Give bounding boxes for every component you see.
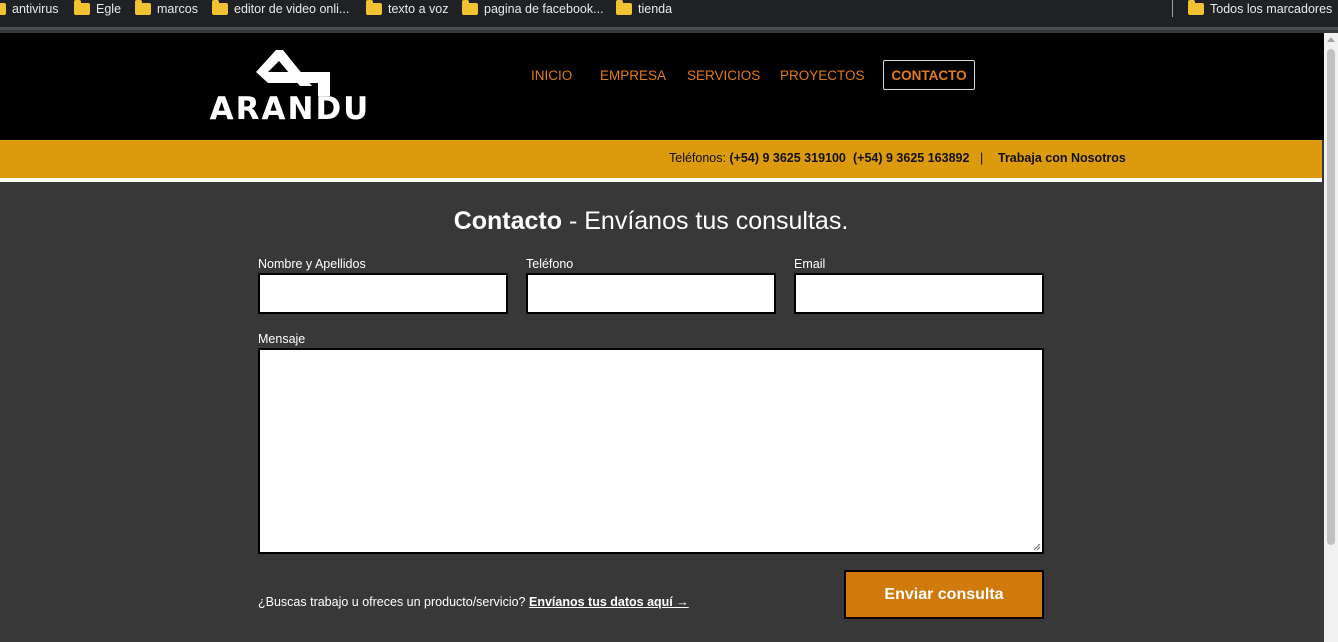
bookmark-antivirus[interactable]: antivirus: [0, 0, 59, 18]
logo[interactable]: ARANDU: [184, 50, 396, 126]
name-input[interactable]: [258, 273, 508, 314]
bookmark-texto-a-voz[interactable]: texto a voz: [366, 0, 448, 18]
page-title-bold: Contacto: [453, 207, 563, 235]
bookmark-marcos[interactable]: marcos: [135, 0, 198, 18]
folder-icon: [462, 0, 478, 15]
folder-icon: [1188, 0, 1204, 15]
email-input[interactable]: [794, 273, 1044, 314]
work-with-us-label: Trabaja con Nosotros: [998, 151, 1126, 165]
nav-servicios[interactable]: SERVICIOS: [687, 68, 760, 84]
bookmark-label: tienda: [638, 2, 673, 16]
folder-icon: [74, 0, 90, 15]
scrollbar[interactable]: [1324, 33, 1338, 642]
bookmark-label: pagina de facebook...: [484, 2, 604, 16]
info-bar: Teléfonos: (+54) 9 3625 319100 (+54) 9 3…: [0, 140, 1322, 178]
site-header: ARANDU INICIO EMPRESA SERVICIOS PROYECTO…: [0, 33, 1324, 140]
page-title: Contacto - Envíanos tus consultas.: [0, 204, 1302, 238]
nav-contacto[interactable]: CONTACTO: [883, 60, 975, 90]
bookmark-pagina-facebook[interactable]: pagina de facebook...: [462, 0, 604, 18]
phone-label-field: Teléfono: [526, 257, 574, 271]
bookmark-tienda[interactable]: tienda: [616, 0, 672, 18]
bookmark-label: Todos los marcadores: [1210, 2, 1333, 16]
name-label: Nombre y Apellidos: [258, 257, 366, 271]
resize-handle-icon[interactable]: [1033, 543, 1041, 551]
message-textarea[interactable]: [258, 348, 1044, 554]
bookmark-egle[interactable]: Egle: [74, 0, 121, 18]
logo-wordmark: ARANDU: [209, 91, 371, 127]
folder-icon: [366, 0, 382, 15]
bookmark-label: texto a voz: [388, 2, 449, 16]
work-with-us-link[interactable]: Trabaja con Nosotros: [998, 151, 1126, 165]
folder-icon: [135, 0, 151, 15]
bookmark-editor-video[interactable]: editor de video onli...: [212, 0, 349, 18]
bookmark-label: marcos: [157, 2, 198, 16]
bookmarks-separator: [1172, 0, 1173, 17]
scroll-up-arrow-icon[interactable]: [1327, 37, 1335, 42]
message-label: Mensaje: [258, 332, 306, 346]
folder-icon: [0, 3, 6, 15]
phone-number-2[interactable]: (+54) 9 3625 163892: [853, 151, 969, 165]
page-title-rest: - Envíanos tus consultas.: [562, 207, 849, 235]
divider: [0, 178, 1322, 182]
bookmarks-bar: antivirus Egle marcos editor de video on…: [0, 0, 1338, 30]
phone-info-2: (+54) 9 3625 163892: [853, 151, 969, 165]
bookmark-label: Egle: [96, 2, 122, 16]
folder-icon: [212, 0, 228, 15]
job-offer-question: ¿Buscas trabajo u ofreces un producto/se…: [258, 595, 526, 609]
bookmark-label: antivirus: [12, 2, 59, 16]
email-label: Email: [794, 257, 826, 271]
scroll-thumb[interactable]: [1327, 49, 1335, 545]
nav-empresa[interactable]: EMPRESA: [600, 68, 666, 84]
nav-inicio[interactable]: INICIO: [531, 68, 572, 84]
folder-icon: [616, 0, 632, 15]
send-data-link[interactable]: Envíanos tus datos aquí →: [529, 595, 689, 609]
phone-input[interactable]: [526, 273, 776, 314]
submit-button[interactable]: Enviar consulta: [844, 570, 1044, 619]
bookmark-label: editor de video onli...: [234, 2, 350, 16]
phone-info: Teléfonos: (+54) 9 3625 319100: [669, 151, 846, 165]
phone-label: Teléfonos:: [669, 151, 726, 165]
job-offer-text: ¿Buscas trabajo u ofreces un producto/se…: [258, 595, 689, 609]
bookmark-all[interactable]: Todos los marcadores: [1188, 0, 1332, 18]
info-separator: |: [980, 151, 984, 165]
nav-proyectos[interactable]: PROYECTOS: [780, 68, 865, 84]
phone-number-1[interactable]: (+54) 9 3625 319100: [729, 151, 845, 165]
